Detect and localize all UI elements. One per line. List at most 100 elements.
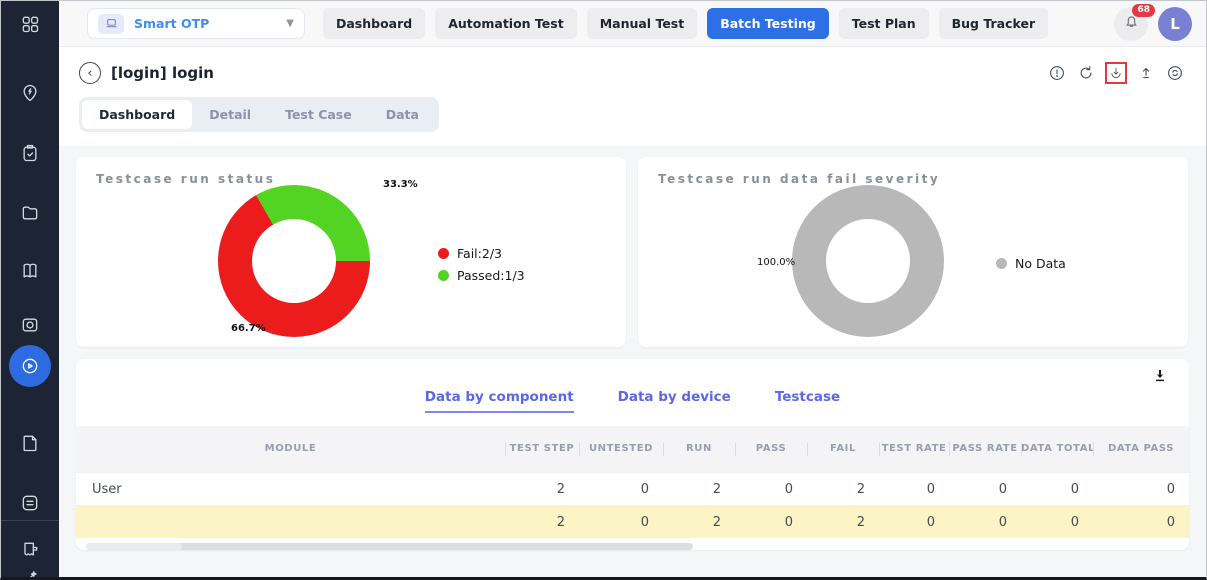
value-cell: 0 bbox=[926, 514, 935, 530]
column-header: DATA PASS bbox=[1093, 426, 1189, 472]
legend-item-passed[interactable]: Passed:1/3 bbox=[438, 268, 525, 283]
column-header: PASS bbox=[735, 426, 807, 472]
column-header: UNTESTED bbox=[579, 426, 663, 472]
tab-data-by-device[interactable]: Data by device bbox=[618, 389, 731, 413]
fail-dot-icon bbox=[438, 248, 449, 259]
refresh-icon[interactable] bbox=[1075, 62, 1097, 84]
apps-grid-icon[interactable] bbox=[18, 12, 42, 36]
file-icon[interactable] bbox=[18, 431, 42, 455]
column-header: MODULE bbox=[264, 443, 317, 454]
value-cell: 0 bbox=[926, 481, 935, 497]
download-icon[interactable] bbox=[1105, 62, 1127, 84]
scrollbar-thumb[interactable] bbox=[86, 543, 182, 550]
value-cell: 2 bbox=[556, 481, 565, 497]
value-cell: 0 bbox=[784, 481, 793, 497]
donut-fail-severity[interactable] bbox=[792, 185, 944, 337]
value-cell: 2 bbox=[856, 481, 865, 497]
location-pin-icon[interactable] bbox=[18, 81, 42, 105]
page-title: [login] login bbox=[111, 64, 214, 82]
tab-data-by-component[interactable]: Data by component bbox=[424, 389, 574, 413]
upload-icon[interactable] bbox=[1135, 62, 1157, 84]
magic-wand-icon[interactable] bbox=[18, 566, 42, 577]
list-box-icon[interactable] bbox=[18, 491, 42, 515]
no-data-dot-icon bbox=[996, 258, 1007, 269]
chart-testcase-run-status: Testcase run status 33.3% 66.7% Fail:2/3… bbox=[76, 157, 626, 347]
tab-dashboard[interactable]: Dashboard bbox=[82, 100, 193, 129]
value-cell: 0 bbox=[998, 514, 1007, 530]
folder-icon[interactable] bbox=[18, 201, 42, 225]
pct-passed: 33.3% bbox=[383, 179, 418, 190]
column-header: PASS RATE bbox=[949, 426, 1021, 472]
legend-item-fail[interactable]: Fail:2/3 bbox=[438, 246, 525, 261]
main-area: Smart OTP ▼ Dashboard Automation Test Ma… bbox=[59, 1, 1206, 577]
value-cell: 0 bbox=[1070, 481, 1079, 497]
top-nav: Dashboard Automation Test Manual Test Ba… bbox=[323, 8, 1049, 39]
column-header: TEST RATE bbox=[879, 426, 949, 472]
value-cell: 0 bbox=[640, 481, 649, 497]
table-download-icon[interactable] bbox=[1149, 365, 1171, 387]
info-icon[interactable] bbox=[1046, 62, 1068, 84]
app-window: Smart OTP ▼ Dashboard Automation Test Ma… bbox=[0, 0, 1207, 580]
tab-testcase[interactable]: Testcase bbox=[775, 389, 840, 413]
results-table-card: Data by component Data by device Testcas… bbox=[76, 359, 1189, 550]
column-header: DATA TOTAL bbox=[1021, 426, 1094, 472]
value-cell: 2 bbox=[712, 514, 721, 530]
page-actions bbox=[1046, 62, 1186, 84]
horizontal-scrollbar[interactable] bbox=[86, 543, 693, 550]
nav-batch-testing[interactable]: Batch Testing bbox=[707, 8, 829, 39]
sidebar bbox=[1, 1, 59, 577]
nav-dashboard[interactable]: Dashboard bbox=[323, 8, 426, 39]
legend-item-no-data[interactable]: No Data bbox=[996, 256, 1066, 271]
column-header: RUN bbox=[663, 426, 735, 472]
laptop-icon bbox=[98, 13, 124, 34]
value-cell: 0 bbox=[784, 514, 793, 530]
record-run-icon[interactable] bbox=[9, 345, 51, 387]
sidebar-divider bbox=[1, 520, 59, 521]
tab-test-case[interactable]: Test Case bbox=[268, 100, 369, 129]
back-button[interactable]: ‹ bbox=[79, 62, 101, 84]
book-open-icon[interactable] bbox=[18, 259, 42, 283]
project-selector[interactable]: Smart OTP ▼ bbox=[87, 8, 305, 39]
pct-no-data: 100.0% bbox=[757, 257, 796, 268]
sync-icon[interactable] bbox=[1164, 62, 1186, 84]
tab-detail[interactable]: Detail bbox=[192, 100, 268, 129]
chart-title: Testcase run status bbox=[96, 172, 276, 186]
value-cell: 2 bbox=[556, 514, 565, 530]
table-row[interactable]: User 2 0 2 0 2 0 0 0 0 bbox=[76, 472, 1189, 505]
value-cell: 0 bbox=[1166, 481, 1175, 497]
table-tabs: Data by component Data by device Testcas… bbox=[76, 389, 1189, 413]
notification-badge: 68 bbox=[1132, 3, 1155, 17]
value-cell: 0 bbox=[998, 481, 1007, 497]
nav-bug-tracker[interactable]: Bug Tracker bbox=[938, 8, 1049, 39]
project-name: Smart OTP bbox=[134, 16, 210, 31]
user-avatar[interactable]: L bbox=[1158, 6, 1192, 41]
value-cell: 0 bbox=[640, 514, 649, 530]
chevron-down-icon: ▼ bbox=[286, 18, 294, 29]
legend-run-status: Fail:2/3 Passed:1/3 bbox=[438, 246, 525, 283]
tab-data[interactable]: Data bbox=[369, 100, 436, 129]
summary-row[interactable]: 2 0 2 0 2 0 0 0 0 bbox=[76, 505, 1189, 538]
value-cell: 2 bbox=[856, 514, 865, 530]
nav-test-plan[interactable]: Test Plan bbox=[838, 8, 929, 39]
note-pen-icon[interactable] bbox=[18, 538, 42, 562]
clipboard-check-icon[interactable] bbox=[18, 141, 42, 165]
passed-dot-icon bbox=[438, 270, 449, 281]
page-tabs: Dashboard Detail Test Case Data bbox=[59, 84, 1206, 132]
pct-fail: 66.7% bbox=[231, 323, 266, 334]
legend-fail-severity: No Data bbox=[996, 256, 1066, 271]
value-cell: 2 bbox=[712, 481, 721, 497]
chart-fail-severity: Testcase run data fail severity 100.0% N… bbox=[638, 157, 1188, 347]
page-header: ‹ [login] login bbox=[59, 47, 1206, 84]
monitor-icon[interactable] bbox=[18, 313, 42, 337]
nav-manual-test[interactable]: Manual Test bbox=[586, 8, 698, 39]
column-header: FAIL bbox=[807, 426, 879, 472]
table-body: User 2 0 2 0 2 0 0 0 0 2 0 2 0 2 0 0 0 0 bbox=[76, 472, 1189, 538]
nav-automation-test[interactable]: Automation Test bbox=[435, 8, 577, 39]
module-cell: User bbox=[92, 481, 122, 497]
notifications-button[interactable]: 68 bbox=[1114, 3, 1155, 41]
table-header: MODULE TEST STEP UNTESTED RUN PASS FAIL TEST R… bbox=[76, 426, 1189, 472]
dashboard-content: Testcase run status 33.3% 66.7% Fail:2/3… bbox=[59, 146, 1206, 577]
donut-run-status[interactable] bbox=[218, 185, 370, 337]
chart-title: Testcase run data fail severity bbox=[658, 172, 941, 186]
column-header: TEST STEP bbox=[505, 426, 579, 472]
